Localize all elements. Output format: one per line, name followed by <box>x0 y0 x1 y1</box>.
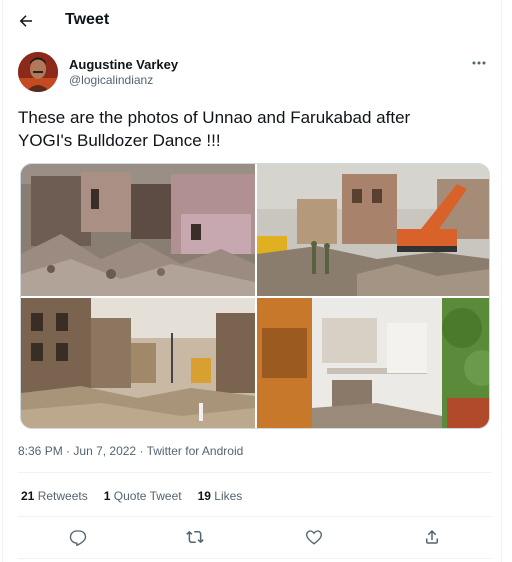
demolished-houses-photo <box>21 164 255 296</box>
divider <box>18 472 492 473</box>
damaged-building-photo <box>257 298 489 428</box>
reply-button[interactable] <box>67 526 89 548</box>
engagement-stats: 21 Retweets 1 Quote Tweet 19 Likes <box>21 489 242 503</box>
tweet-text-line: YOGI's Bulldozer Dance !!! <box>18 131 221 150</box>
share-button[interactable] <box>421 526 443 548</box>
tweet-page: Tweet Augustine Varkey @logicalindianz T… <box>2 0 502 562</box>
tweet-text: These are the photos of Unnao and Faruka… <box>18 106 492 152</box>
quotes-count: 1 <box>103 489 111 503</box>
like-icon <box>306 530 322 545</box>
tweet-metadata: 8:36 PM · Jun 7, 2022 · Twitter for Andr… <box>18 444 243 458</box>
likes-stat[interactable]: 19 Likes <box>198 489 243 503</box>
photo-1[interactable] <box>21 164 255 296</box>
retweet-button[interactable] <box>184 526 206 548</box>
divider <box>18 516 492 517</box>
photo-3[interactable] <box>21 298 255 428</box>
user-avatar-icon <box>18 52 58 92</box>
action-bar <box>18 526 492 548</box>
retweets-count: 21 <box>21 489 35 503</box>
retweets-stat[interactable]: 21 Retweets <box>21 489 88 503</box>
demolished-street-photo <box>21 298 255 428</box>
quotes-label: Quote Tweet <box>113 489 182 503</box>
retweet-icon <box>186 530 204 544</box>
photo-4[interactable] <box>257 298 489 428</box>
author-name[interactable]: Augustine Varkey <box>69 57 178 72</box>
quotes-stat[interactable]: 1 Quote Tweet <box>104 489 182 503</box>
photo-2[interactable] <box>257 164 489 296</box>
tweet-source[interactable]: Twitter for Android <box>147 444 244 458</box>
separator: · <box>139 444 147 458</box>
tweet-text-line: These are the photos of Unnao and Faruka… <box>18 108 411 127</box>
retweets-label: Retweets <box>37 489 88 503</box>
reply-icon <box>69 530 87 546</box>
more-icon <box>472 61 486 65</box>
tweet-time[interactable]: 8:36 PM <box>18 444 63 458</box>
divider <box>18 558 492 559</box>
page-header: Tweet <box>3 0 501 42</box>
likes-label: Likes <box>214 489 243 503</box>
share-icon <box>426 529 438 544</box>
avatar[interactable] <box>18 52 58 92</box>
media-grid <box>20 163 490 429</box>
like-button[interactable] <box>303 526 325 548</box>
bulldozer-rubble-photo <box>257 164 489 296</box>
more-options-button[interactable] <box>468 54 490 72</box>
tweet-date[interactable]: Jun 7, 2022 <box>73 444 136 458</box>
back-button[interactable] <box>13 8 39 34</box>
likes-count: 19 <box>197 489 211 503</box>
author-handle[interactable]: @logicalindianz <box>69 73 153 87</box>
page-title: Tweet <box>65 11 110 28</box>
arrow-left-icon <box>19 15 32 27</box>
